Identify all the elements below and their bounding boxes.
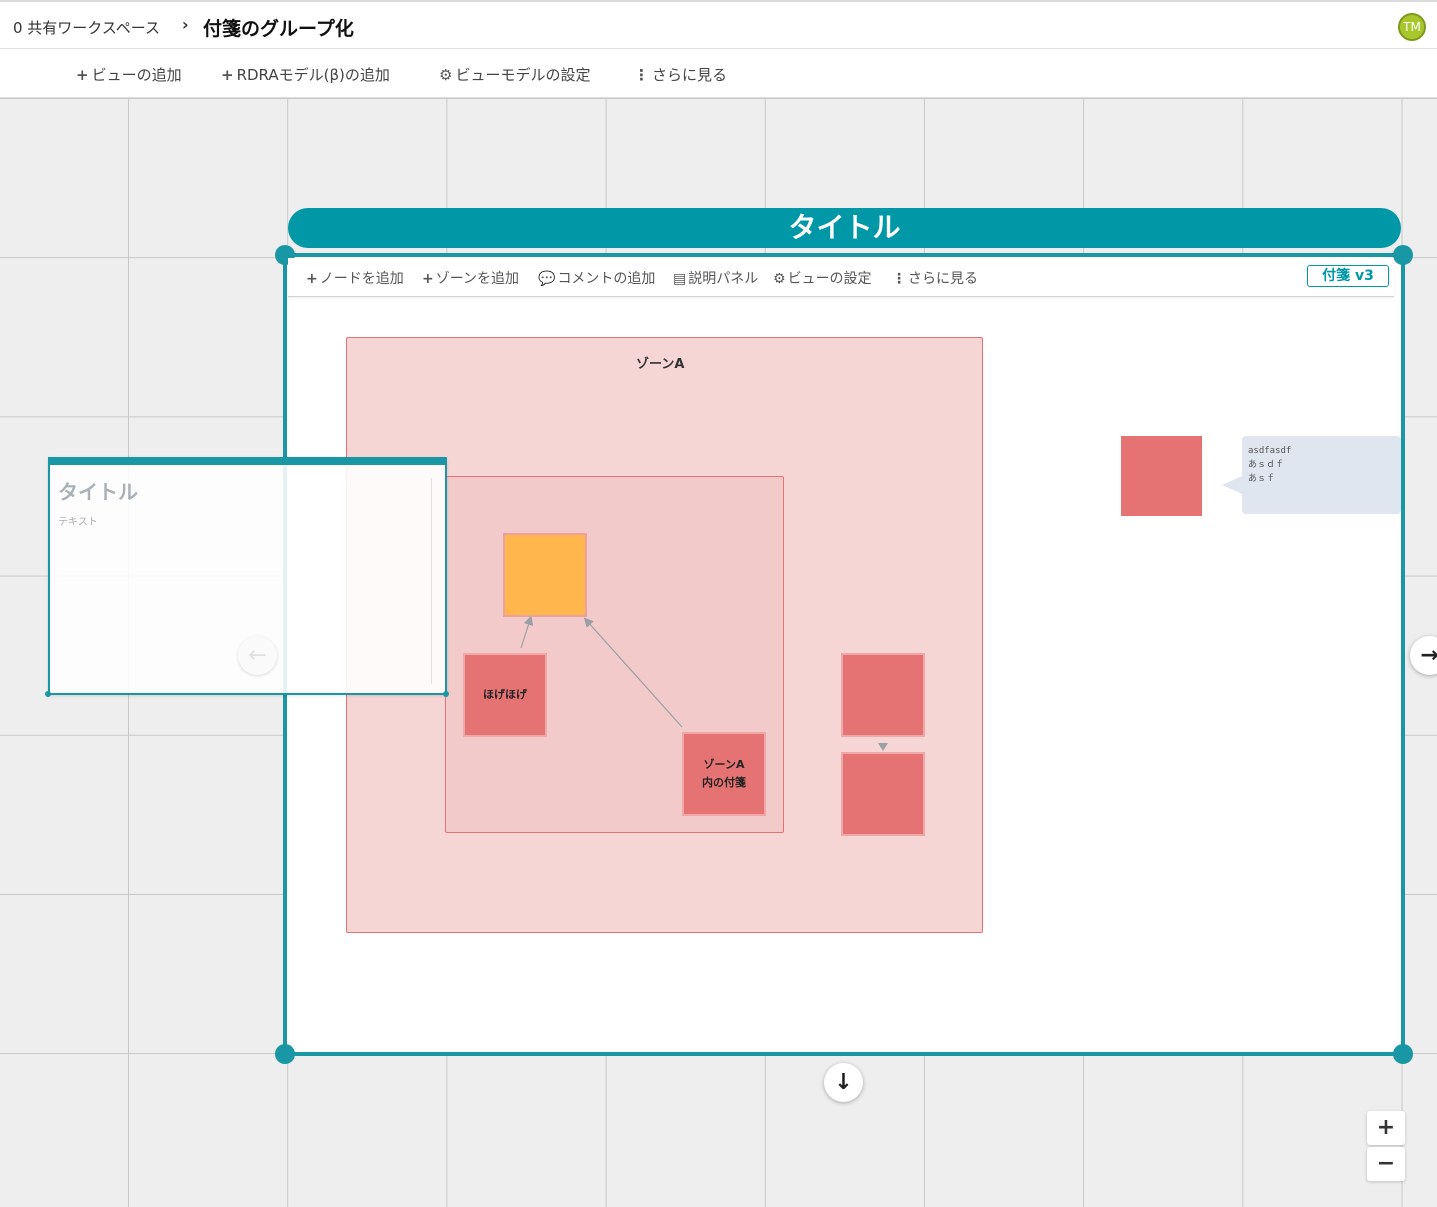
page-title: 付箋のグループ化 [203, 18, 354, 40]
arrow-down-icon[interactable]: ↓ [824, 1063, 863, 1102]
panel-handle-bottom-right[interactable] [443, 691, 449, 697]
vertical-ellipsis-icon: ⋮ [634, 66, 649, 84]
breadcrumb-workspace[interactable]: 0 共有ワークスペース [13, 17, 160, 38]
sticky-zone-a-line2: 内の付箋 [702, 776, 746, 789]
gear-icon: ⚙ [439, 66, 453, 84]
zone-a-label: ゾーンA [636, 357, 685, 372]
add-node-label: ノードを追加 [319, 271, 404, 287]
sticky-zone-a-inner[interactable]: ゾーンA 内の付箋 [682, 732, 766, 816]
view-settings-label: ビューの設定 [787, 271, 872, 287]
plus-icon: + [76, 66, 89, 84]
view-more-button[interactable]: ⋮ さらに見る [892, 268, 978, 288]
view-title[interactable]: タイトル [288, 208, 1401, 248]
view-model-settings-label: ビューモデルの設定 [455, 66, 591, 84]
sticky-standalone[interactable] [1121, 436, 1202, 516]
sticky-right-bottom[interactable] [841, 752, 925, 836]
view-settings-button[interactable]: ⚙ ビューの設定 [773, 268, 872, 288]
view-more-label: さらに見る [908, 271, 978, 287]
sticky-hogehoge-text: ほげほげ [483, 688, 527, 701]
document-icon: ▤ [673, 271, 687, 287]
add-view-button[interactable]: + ビューの追加 [76, 64, 182, 85]
sticky-right-top[interactable] [841, 653, 925, 737]
sticky-zone-a-line1: ゾーンA [703, 758, 745, 771]
add-zone-button[interactable]: + ゾーンを追加 [422, 268, 519, 288]
comment-bubble[interactable]: asdfasdf あｓｄｆ あｓｆ [1242, 436, 1401, 514]
add-comment-button[interactable]: 💬 コメントの追加 [538, 268, 655, 288]
resize-handle-top-right[interactable] [1393, 245, 1413, 265]
description-panel-title[interactable]: タイトル [58, 476, 138, 505]
sticky-version-badge[interactable]: 付箋 v3 [1307, 265, 1389, 287]
comment-line: あｓｆ [1248, 474, 1276, 484]
add-zone-label: ゾーンを追加 [435, 271, 520, 287]
zoom-in-icon[interactable]: + [1367, 1111, 1405, 1145]
view-model-settings-button[interactable]: ⚙ ビューモデルの設定 [439, 64, 590, 85]
description-panel-label: 説明パネル [688, 271, 759, 287]
add-rdra-model-button[interactable]: + RDRAモデル(β)の追加 [221, 64, 390, 85]
resize-handle-bottom-right[interactable] [1393, 1044, 1413, 1064]
resize-handle-bottom-left[interactable] [275, 1044, 295, 1064]
header-bar: 0 共有ワークスペース › 付箋のグループ化 TM [0, 0, 1437, 49]
arrow-left-icon[interactable]: ← [238, 636, 277, 675]
sticky-orange[interactable] [503, 533, 587, 617]
add-comment-label: コメントの追加 [557, 271, 656, 287]
description-panel-button[interactable]: ▤ 説明パネル [673, 268, 758, 288]
more-label: さらに見る [652, 66, 728, 84]
more-button[interactable]: ⋮ さらに見る [634, 64, 727, 85]
plus-icon: + [221, 66, 234, 84]
add-view-label: ビューの追加 [91, 66, 182, 84]
add-node-button[interactable]: + ノードを追加 [306, 268, 404, 288]
comments-icon: 💬 [538, 271, 556, 287]
sticky-hogehoge[interactable]: ほげほげ [463, 653, 547, 737]
comment-bubble-tail [1222, 476, 1242, 494]
view-toolbar: + ノードを追加 + ゾーンを追加 💬 コメントの追加 ▤ 説明パネル ⚙ ビューの設定 … [288, 258, 1394, 297]
plus-icon: + [306, 271, 318, 287]
comment-line: asdfasdf [1248, 446, 1292, 456]
zoom-out-icon[interactable]: − [1367, 1147, 1405, 1181]
panel-handle-bottom-left[interactable] [45, 691, 51, 697]
main-toolbar: + ビューの追加 + RDRAモデル(β)の追加 ⚙ ビューモデルの設定 ⋮ さらに見る [0, 49, 1437, 98]
comment-line: あｓｄｆ [1248, 460, 1285, 470]
vertical-ellipsis-icon: ⋮ [892, 271, 906, 287]
plus-icon: + [422, 271, 434, 287]
add-rdra-model-label: RDRAモデル(β)の追加 [236, 66, 390, 84]
description-panel-text[interactable]: テキスト [58, 513, 98, 528]
breadcrumb-chevron-icon: › [182, 15, 189, 34]
description-panel-divider [431, 478, 432, 684]
gear-icon: ⚙ [773, 271, 786, 287]
avatar[interactable]: TM [1398, 13, 1426, 41]
